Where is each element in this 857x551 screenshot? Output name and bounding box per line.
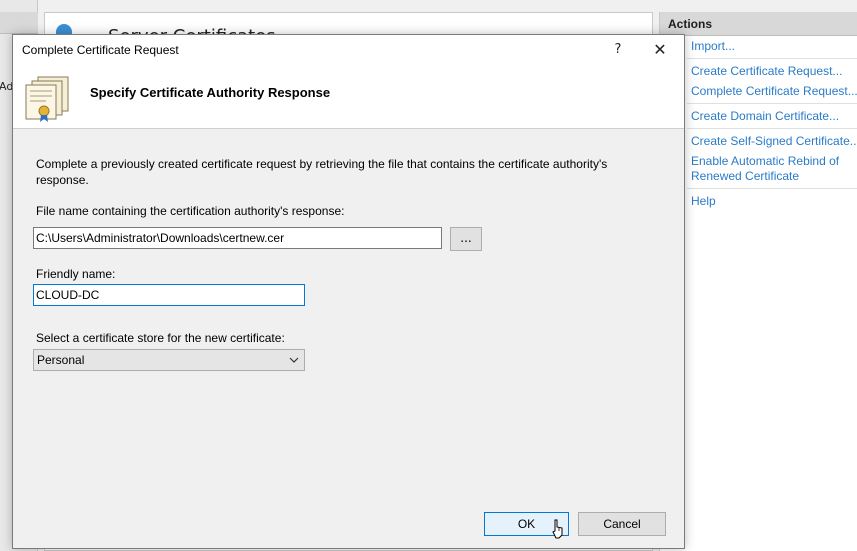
action-help[interactable]: Help [687,191,857,211]
file-name-label: File name containing the certification a… [36,204,345,218]
action-create-self-signed-certificate[interactable]: Create Self-Signed Certificate... [687,131,857,151]
connections-header [0,12,38,34]
action-enable-automatic-rebind[interactable]: Enable Automatic Rebind of Renewed Certi… [687,151,857,186]
chevron-down-icon [289,357,299,363]
action-separator [687,128,857,129]
certificate-icon [25,76,69,122]
browse-button[interactable]: ... [450,227,482,251]
action-separator [687,58,857,59]
certificate-store-label: Select a certificate store for the new c… [36,331,285,345]
action-separator [687,103,857,104]
help-button[interactable]: ? [607,39,629,61]
dialog-titlebar[interactable]: Complete Certificate Request ? ✕ [13,35,684,65]
file-name-input[interactable]: C:\Users\Administrator\Downloads\certnew… [33,227,442,249]
close-button[interactable]: ✕ [649,39,671,61]
actions-header: Actions [660,12,857,36]
action-complete-certificate-request[interactable]: Complete Certificate Request... [687,81,857,101]
actions-list: Import... Create Certificate Request... … [687,36,857,211]
action-create-certificate-request[interactable]: Create Certificate Request... [687,61,857,81]
certificate-store-select[interactable]: Personal [33,349,305,371]
dialog-title: Complete Certificate Request [22,43,179,57]
cancel-button[interactable]: Cancel [578,512,666,536]
friendly-name-label: Friendly name: [36,267,116,281]
action-import[interactable]: Import... [687,36,857,56]
actions-pane: Actions Import... Create Certificate Req… [659,12,857,551]
certificate-store-value: Personal [37,353,85,367]
mouse-cursor-icon [552,519,563,539]
complete-certificate-request-dialog: Complete Certificate Request ? ✕ Specify… [12,34,685,549]
action-create-domain-certificate[interactable]: Create Domain Certificate... [687,106,857,126]
action-separator [687,188,857,189]
wizard-step-title: Specify Certificate Authority Response [90,85,331,100]
friendly-name-input[interactable]: CLOUD-DC [33,284,305,306]
description-text: Complete a previously created certificat… [36,157,608,187]
wizard-header: Specify Certificate Authority Response [13,65,684,129]
